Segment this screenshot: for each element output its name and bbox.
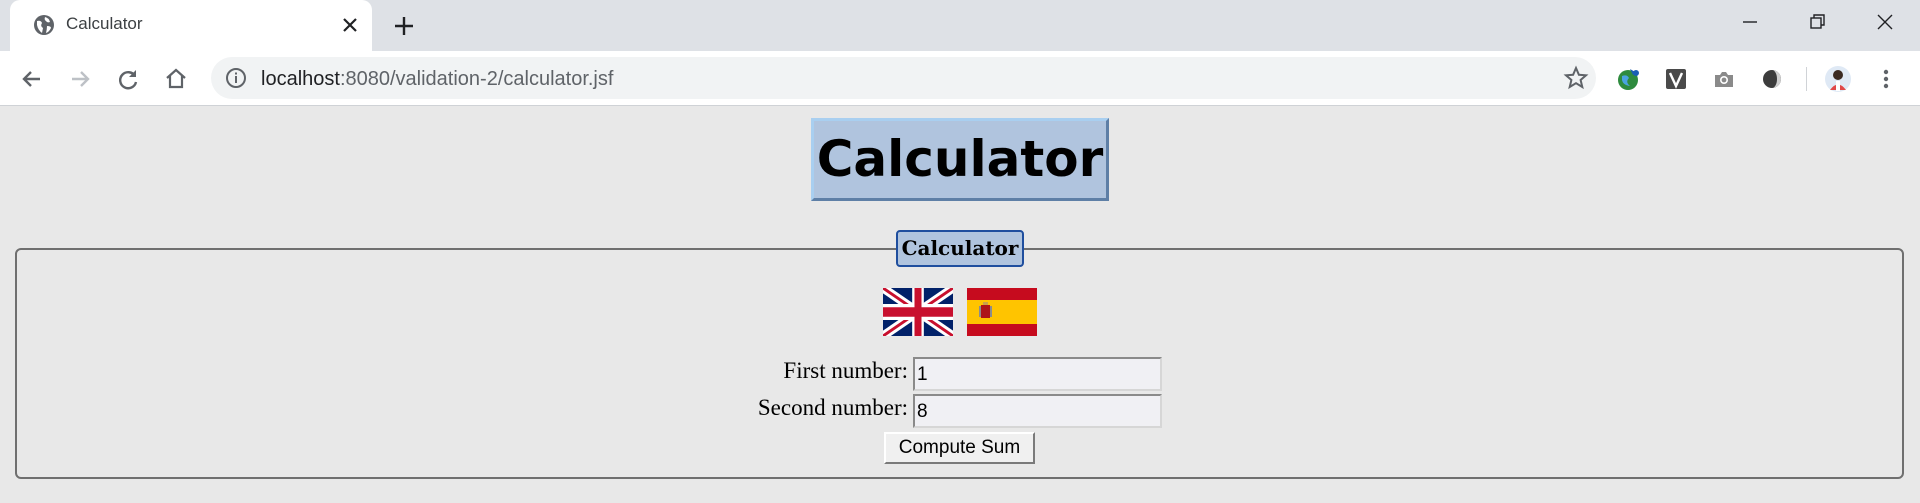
info-icon[interactable] (224, 66, 248, 90)
browser-toolbar: localhost:8080/validation-2/calculator.j… (0, 51, 1920, 106)
url-path: :8080/validation-2/calculator.jsf (339, 68, 614, 90)
spain-flag-icon[interactable] (967, 288, 1037, 336)
page-title: Calculator (811, 118, 1109, 201)
first-number-input[interactable]: 1 (913, 357, 1162, 391)
fieldset-legend: Calculator (896, 230, 1024, 267)
address-bar[interactable]: localhost:8080/validation-2/calculator.j… (211, 57, 1596, 99)
back-icon[interactable] (18, 65, 46, 93)
compute-sum-button[interactable]: Compute Sum (884, 432, 1035, 464)
window-close-icon[interactable] (1870, 8, 1900, 36)
reload-icon[interactable] (114, 65, 142, 93)
profile-avatar-icon[interactable] (1823, 64, 1853, 94)
dark-mode-icon[interactable] (1757, 64, 1787, 94)
new-tab-icon[interactable] (390, 12, 418, 40)
bookmark-star-icon[interactable] (1563, 65, 1589, 91)
tab-strip: Calculator (0, 0, 1920, 51)
toolbar-divider (1806, 67, 1807, 91)
camera-icon[interactable] (1709, 64, 1739, 94)
page-content: Calculator Calculator First number: 1 Se… (0, 107, 1920, 503)
vimium-icon[interactable] (1661, 64, 1691, 94)
extension-globe-icon[interactable] (1613, 64, 1643, 94)
minimize-icon[interactable] (1735, 8, 1765, 36)
tab-title: Calculator (66, 14, 143, 33)
restore-icon[interactable] (1802, 8, 1832, 36)
second-number-input[interactable]: 8 (913, 394, 1162, 428)
first-number-label: First number: (783, 358, 908, 383)
close-icon[interactable] (338, 13, 362, 37)
globe-icon (34, 15, 54, 35)
second-number-label: Second number: (757, 395, 908, 420)
url-text[interactable]: localhost:8080/validation-2/calculator.j… (261, 68, 613, 91)
browser-tab[interactable]: Calculator (10, 0, 372, 51)
uk-flag-icon[interactable] (883, 288, 953, 336)
home-icon[interactable] (162, 65, 190, 93)
forward-icon[interactable] (66, 65, 94, 93)
menu-kebab-icon[interactable] (1871, 64, 1901, 94)
url-host: localhost (261, 68, 340, 90)
